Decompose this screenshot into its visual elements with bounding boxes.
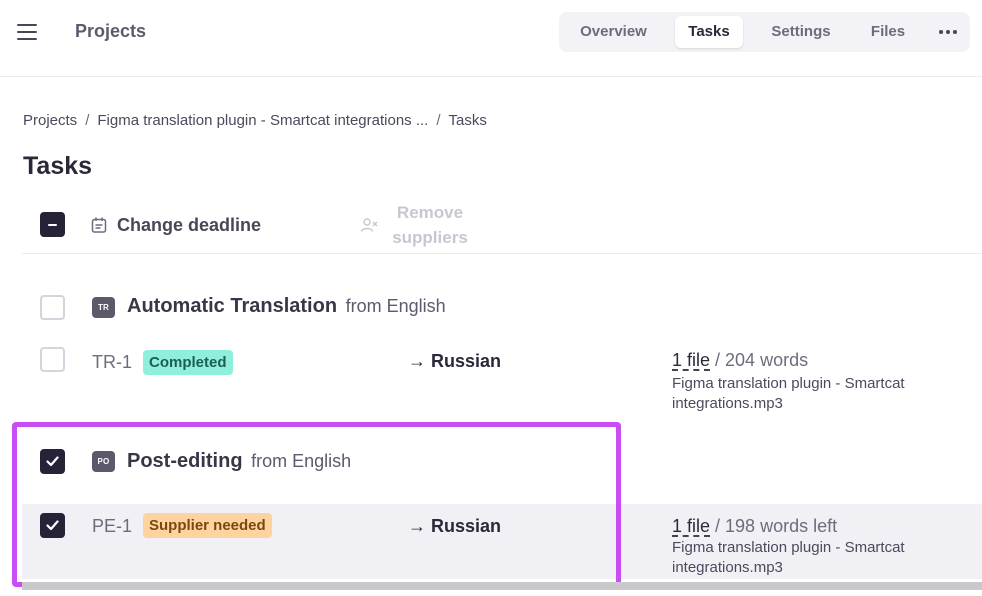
breadcrumb-project[interactable]: Figma translation plugin - Smartcat inte… xyxy=(97,112,428,129)
translation-type-icon: TR xyxy=(92,297,115,318)
remove-suppliers-label: Remove suppliers xyxy=(388,200,472,250)
group-name: Post-editing xyxy=(127,450,243,472)
group-source-language: from English xyxy=(251,451,352,471)
file-count-link[interactable]: 1 file xyxy=(672,350,710,370)
checkmark-icon xyxy=(46,456,59,467)
remove-suppliers-button[interactable]: Remove suppliers xyxy=(360,200,472,250)
remove-user-icon xyxy=(360,218,378,232)
tab-tasks[interactable]: Tasks xyxy=(675,16,743,48)
page-title: Tasks xyxy=(23,152,93,180)
group-source-language: from English xyxy=(345,296,446,316)
file-count-link[interactable]: 1 file xyxy=(672,516,710,536)
post-editing-type-icon: PO xyxy=(92,451,115,472)
files-info: 1 file / 198 words left xyxy=(672,516,837,537)
horizontal-scrollbar[interactable] xyxy=(22,582,982,590)
files-info: 1 file / 204 words xyxy=(672,350,808,371)
word-count: / 198 words left xyxy=(710,516,838,536)
file-name: Figma translation plugin - Smartcat inte… xyxy=(672,539,905,576)
tab-overview[interactable]: Overview xyxy=(567,16,660,48)
bulk-actions-toolbar: Change deadline Remove suppliers xyxy=(22,196,982,254)
target-language: → Russian xyxy=(408,351,502,371)
task-group-post-editing: PO Post-editing from English xyxy=(22,435,982,487)
remove-suppliers-line1: Remove xyxy=(396,203,464,222)
change-deadline-label: Change deadline xyxy=(117,214,262,235)
tab-files[interactable]: Files xyxy=(859,16,917,48)
group-title: Post-editing from English xyxy=(127,450,351,473)
breadcrumb-projects[interactable]: Projects xyxy=(23,112,77,129)
task-row[interactable]: PE-1 Supplier needed → Russian 1 file / … xyxy=(22,504,982,579)
indeterminate-icon xyxy=(48,224,57,226)
target-language: → Russian xyxy=(408,516,502,536)
group-checkbox[interactable] xyxy=(40,295,65,320)
task-group-automatic-translation: TR Automatic Translation from English xyxy=(22,281,982,333)
breadcrumb-current: Tasks xyxy=(448,112,487,129)
app-title: Projects xyxy=(75,21,147,41)
checkmark-icon xyxy=(46,520,59,531)
breadcrumb: Projects / Figma translation plugin - Smar… xyxy=(23,112,487,129)
task-id[interactable]: TR-1 xyxy=(92,352,132,373)
status-badge: Completed xyxy=(143,350,233,375)
remove-suppliers-line2: suppliers xyxy=(392,228,468,247)
task-checkbox[interactable] xyxy=(40,513,65,538)
calendar-icon xyxy=(91,217,107,233)
menu-icon[interactable] xyxy=(17,24,37,40)
task-id[interactable]: PE-1 xyxy=(92,516,132,537)
change-deadline-button[interactable]: Change deadline xyxy=(90,211,261,239)
more-options-icon[interactable] xyxy=(939,30,957,34)
group-title: Automatic Translation from English xyxy=(127,295,446,318)
breadcrumb-separator: / xyxy=(85,112,90,129)
breadcrumb-separator: / xyxy=(436,112,441,129)
select-all-checkbox[interactable] xyxy=(40,212,65,237)
group-checkbox[interactable] xyxy=(40,449,65,474)
group-name: Automatic Translation xyxy=(127,295,338,317)
status-badge: Supplier needed xyxy=(143,513,272,538)
top-bar: Projects Overview Tasks Settings Files xyxy=(0,0,982,77)
project-tabs: Overview Tasks Settings Files xyxy=(559,12,970,52)
task-row[interactable]: TR-1 Completed → Russian 1 file / 204 wo… xyxy=(22,344,982,419)
tab-settings[interactable]: Settings xyxy=(757,16,845,48)
file-name: Figma translation plugin - Smartcat inte… xyxy=(672,375,905,412)
task-checkbox[interactable] xyxy=(40,347,65,372)
word-count: / 204 words xyxy=(710,350,809,370)
